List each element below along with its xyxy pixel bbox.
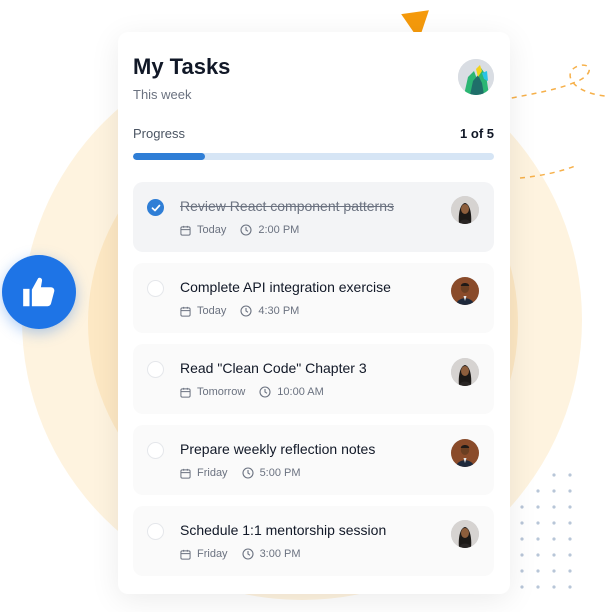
tasks-card: My Tasks This week Progress 1 of 5 Revie…: [118, 32, 510, 594]
clock-icon: [240, 305, 252, 317]
task-time: 5:00 PM: [259, 467, 301, 479]
dot-grid-decoration: [520, 473, 572, 589]
task-title: Review React component patterns: [180, 198, 394, 214]
progress-bar-fill: [133, 153, 206, 160]
calendar-icon: [180, 468, 191, 479]
clock-icon: [240, 224, 252, 236]
progress-label: Progress: [133, 126, 186, 141]
task-meta: Today 2:00 PM: [180, 224, 299, 236]
thumbs-up-icon: [23, 277, 55, 307]
clock-icon: [242, 548, 254, 560]
calendar-icon: [180, 225, 191, 236]
progress-count: 1 of 5: [460, 126, 494, 141]
assignee-avatar: [451, 520, 479, 548]
user-avatar[interactable]: [458, 59, 494, 95]
clock-icon: [259, 386, 271, 398]
assignee-avatar: [451, 358, 479, 386]
task-checkbox[interactable]: [147, 280, 164, 297]
calendar-icon: [180, 387, 191, 398]
task-time: 10:00 AM: [277, 386, 324, 398]
task-meta: Friday 5:00 PM: [180, 467, 301, 479]
task-item[interactable]: Complete API integration exercise Today …: [133, 263, 494, 333]
dashed-curve-decoration: [501, 64, 606, 179]
task-time: 2:00 PM: [258, 224, 300, 236]
task-title: Read "Clean Code" Chapter 3: [180, 360, 367, 376]
task-checkbox[interactable]: [147, 199, 164, 216]
task-checkbox[interactable]: [147, 361, 164, 378]
task-meta: Tomorrow 10:00 AM: [180, 386, 324, 398]
task-day: Friday: [197, 548, 228, 560]
calendar-icon: [180, 549, 191, 560]
page-title: My Tasks: [133, 54, 231, 79]
thumbs-up-badge: [2, 255, 76, 329]
task-item[interactable]: Review React component patterns Today 2:…: [133, 182, 494, 252]
checkmark-icon: [151, 204, 160, 211]
task-day: Tomorrow: [197, 386, 246, 398]
task-meta: Friday 3:00 PM: [180, 548, 301, 560]
task-day: Friday: [197, 467, 228, 479]
task-checkbox[interactable]: [147, 523, 164, 540]
task-day: Today: [197, 305, 227, 317]
task-title: Prepare weekly reflection notes: [180, 441, 376, 457]
task-title: Complete API integration exercise: [180, 279, 391, 295]
assignee-avatar: [451, 439, 479, 467]
task-checkbox[interactable]: [147, 442, 164, 459]
clock-icon: [242, 467, 254, 479]
assignee-avatar: [451, 277, 479, 305]
task-meta: Today 4:30 PM: [180, 305, 299, 317]
task-time: 4:30 PM: [258, 305, 300, 317]
task-item[interactable]: Read "Clean Code" Chapter 3 Tomorrow 10:…: [133, 344, 494, 414]
page-subtitle: This week: [133, 87, 192, 102]
calendar-icon: [180, 306, 191, 317]
task-item[interactable]: Prepare weekly reflection notes Friday 5…: [133, 425, 494, 495]
task-item[interactable]: Schedule 1:1 mentorship session Friday 3…: [133, 506, 494, 576]
task-time: 3:00 PM: [259, 548, 301, 560]
progress-bar: [133, 153, 494, 160]
task-day: Today: [197, 224, 227, 236]
task-title: Schedule 1:1 mentorship session: [180, 522, 387, 538]
assignee-avatar: [451, 196, 479, 224]
